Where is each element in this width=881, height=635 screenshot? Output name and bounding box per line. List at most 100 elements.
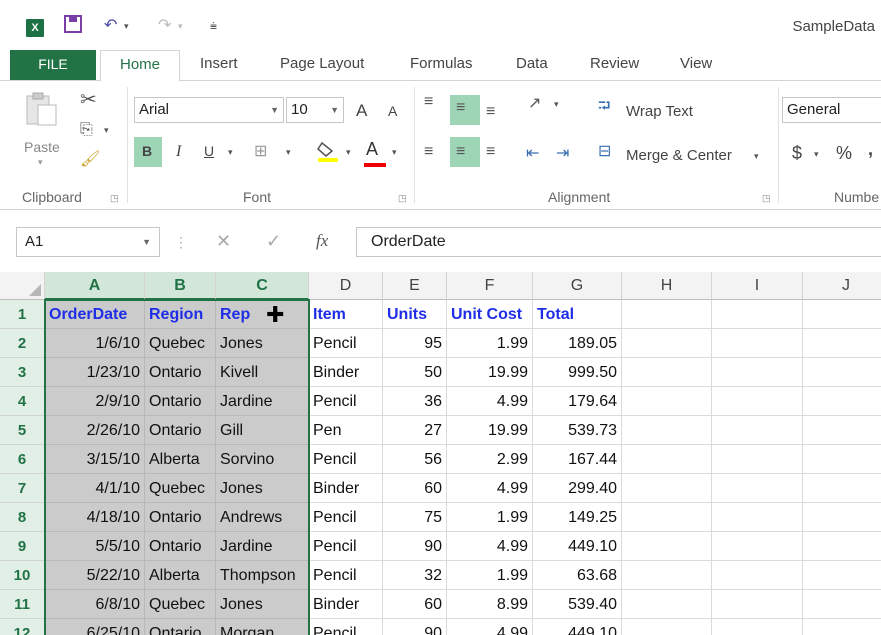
- table-cell[interactable]: [622, 503, 712, 532]
- column-header-e[interactable]: E: [383, 272, 447, 300]
- row-header-12[interactable]: 12: [0, 619, 45, 635]
- header-cell[interactable]: Region: [145, 300, 216, 329]
- row-header-7[interactable]: 7: [0, 474, 45, 503]
- table-cell[interactable]: 36: [383, 387, 447, 416]
- table-cell[interactable]: Quebec: [145, 590, 216, 619]
- header-cell[interactable]: [622, 300, 712, 329]
- orientation-dropdown-icon[interactable]: ▾: [554, 99, 559, 110]
- table-cell[interactable]: Binder: [309, 474, 383, 503]
- top-align-icon[interactable]: ≡: [424, 93, 433, 111]
- table-cell[interactable]: 50: [383, 358, 447, 387]
- customize-toolbar-icon[interactable]: ⩧: [210, 19, 217, 34]
- align-left-icon[interactable]: ≡: [424, 143, 433, 161]
- table-cell[interactable]: [712, 329, 803, 358]
- table-cell[interactable]: 95: [383, 329, 447, 358]
- table-cell[interactable]: Ontario: [145, 358, 216, 387]
- fill-color-icon[interactable]: [316, 139, 340, 168]
- table-cell[interactable]: [803, 474, 881, 503]
- table-cell[interactable]: Sorvino: [216, 445, 309, 474]
- table-cell[interactable]: 2/26/10: [45, 416, 145, 445]
- header-cell[interactable]: [803, 300, 881, 329]
- formula-input[interactable]: OrderDate: [356, 227, 881, 257]
- tab-insert[interactable]: Insert: [200, 50, 238, 80]
- italic-button[interactable]: I: [176, 143, 181, 161]
- table-cell[interactable]: Jones: [216, 590, 309, 619]
- wrap-text-button[interactable]: Wrap Text: [626, 103, 693, 120]
- table-cell[interactable]: [712, 590, 803, 619]
- bottom-align-icon[interactable]: ≡: [486, 103, 495, 121]
- tab-view[interactable]: View: [680, 50, 712, 80]
- column-header-b[interactable]: B: [145, 272, 216, 300]
- cancel-icon[interactable]: ✕: [216, 231, 231, 252]
- decrease-indent-icon[interactable]: ⇤: [526, 143, 539, 163]
- table-cell[interactable]: [803, 503, 881, 532]
- table-cell[interactable]: Quebec: [145, 329, 216, 358]
- table-cell[interactable]: [803, 445, 881, 474]
- table-cell[interactable]: [622, 416, 712, 445]
- table-cell[interactable]: Binder: [309, 590, 383, 619]
- undo-dropdown-icon[interactable]: ▾: [124, 21, 129, 32]
- table-cell[interactable]: [712, 416, 803, 445]
- table-cell[interactable]: [622, 619, 712, 635]
- table-cell[interactable]: 1.99: [447, 503, 533, 532]
- table-cell[interactable]: Thompson: [216, 561, 309, 590]
- undo-icon[interactable]: ↶: [104, 15, 117, 35]
- table-cell[interactable]: 539.40: [533, 590, 622, 619]
- table-cell[interactable]: Alberta: [145, 561, 216, 590]
- table-cell[interactable]: [622, 474, 712, 503]
- table-cell[interactable]: Alberta: [145, 445, 216, 474]
- merge-center-button[interactable]: Merge & Center: [626, 147, 732, 164]
- tab-home[interactable]: Home: [100, 50, 180, 81]
- table-cell[interactable]: Morgan: [216, 619, 309, 635]
- table-cell[interactable]: 27: [383, 416, 447, 445]
- row-header-10[interactable]: 10: [0, 561, 45, 590]
- font-size-combo[interactable]: 10 ▼: [286, 97, 344, 123]
- table-cell[interactable]: 2.99: [447, 445, 533, 474]
- table-cell[interactable]: 19.99: [447, 358, 533, 387]
- currency-button[interactable]: $: [792, 143, 802, 164]
- table-cell[interactable]: 56: [383, 445, 447, 474]
- table-cell[interactable]: 60: [383, 590, 447, 619]
- tab-formulas[interactable]: Formulas: [410, 50, 473, 80]
- row-header-3[interactable]: 3: [0, 358, 45, 387]
- table-cell[interactable]: 32: [383, 561, 447, 590]
- cut-icon[interactable]: ✂: [80, 87, 97, 112]
- row-header-9[interactable]: 9: [0, 532, 45, 561]
- header-cell[interactable]: OrderDate: [45, 300, 145, 329]
- currency-dropdown-icon[interactable]: ▾: [814, 149, 819, 160]
- table-cell[interactable]: Quebec: [145, 474, 216, 503]
- table-cell[interactable]: [622, 532, 712, 561]
- table-cell[interactable]: Jones: [216, 329, 309, 358]
- table-cell[interactable]: 999.50: [533, 358, 622, 387]
- table-cell[interactable]: [712, 532, 803, 561]
- table-cell[interactable]: Ontario: [145, 387, 216, 416]
- table-cell[interactable]: Jones: [216, 474, 309, 503]
- number-format-combo[interactable]: General: [782, 97, 881, 123]
- column-header-d[interactable]: D: [309, 272, 383, 300]
- column-header-j[interactable]: J: [803, 272, 881, 300]
- table-cell[interactable]: 63.68: [533, 561, 622, 590]
- alignment-launcher-icon[interactable]: ◳: [762, 193, 771, 204]
- table-cell[interactable]: [803, 619, 881, 635]
- table-cell[interactable]: 1/23/10: [45, 358, 145, 387]
- table-cell[interactable]: Pencil: [309, 532, 383, 561]
- table-cell[interactable]: [803, 532, 881, 561]
- table-cell[interactable]: 5/5/10: [45, 532, 145, 561]
- row-header-4[interactable]: 4: [0, 387, 45, 416]
- table-cell[interactable]: 90: [383, 532, 447, 561]
- table-cell[interactable]: Kivell: [216, 358, 309, 387]
- bold-button[interactable]: B: [142, 143, 152, 159]
- table-cell[interactable]: Jardine: [216, 532, 309, 561]
- table-cell[interactable]: Pencil: [309, 561, 383, 590]
- table-cell[interactable]: 4.99: [447, 474, 533, 503]
- format-painter-icon[interactable]: 🖌: [80, 149, 100, 169]
- column-header-c[interactable]: C: [216, 272, 309, 300]
- enter-icon[interactable]: ✓: [266, 231, 281, 252]
- table-cell[interactable]: 75: [383, 503, 447, 532]
- merge-center-icon[interactable]: ⊟: [598, 141, 611, 161]
- table-cell[interactable]: 2/9/10: [45, 387, 145, 416]
- align-center-icon[interactable]: ≡: [456, 143, 465, 161]
- paste-dropdown-icon[interactable]: ▾: [38, 157, 43, 168]
- comma-button[interactable]: ,: [868, 139, 873, 160]
- font-name-combo[interactable]: Arial ▼: [134, 97, 284, 123]
